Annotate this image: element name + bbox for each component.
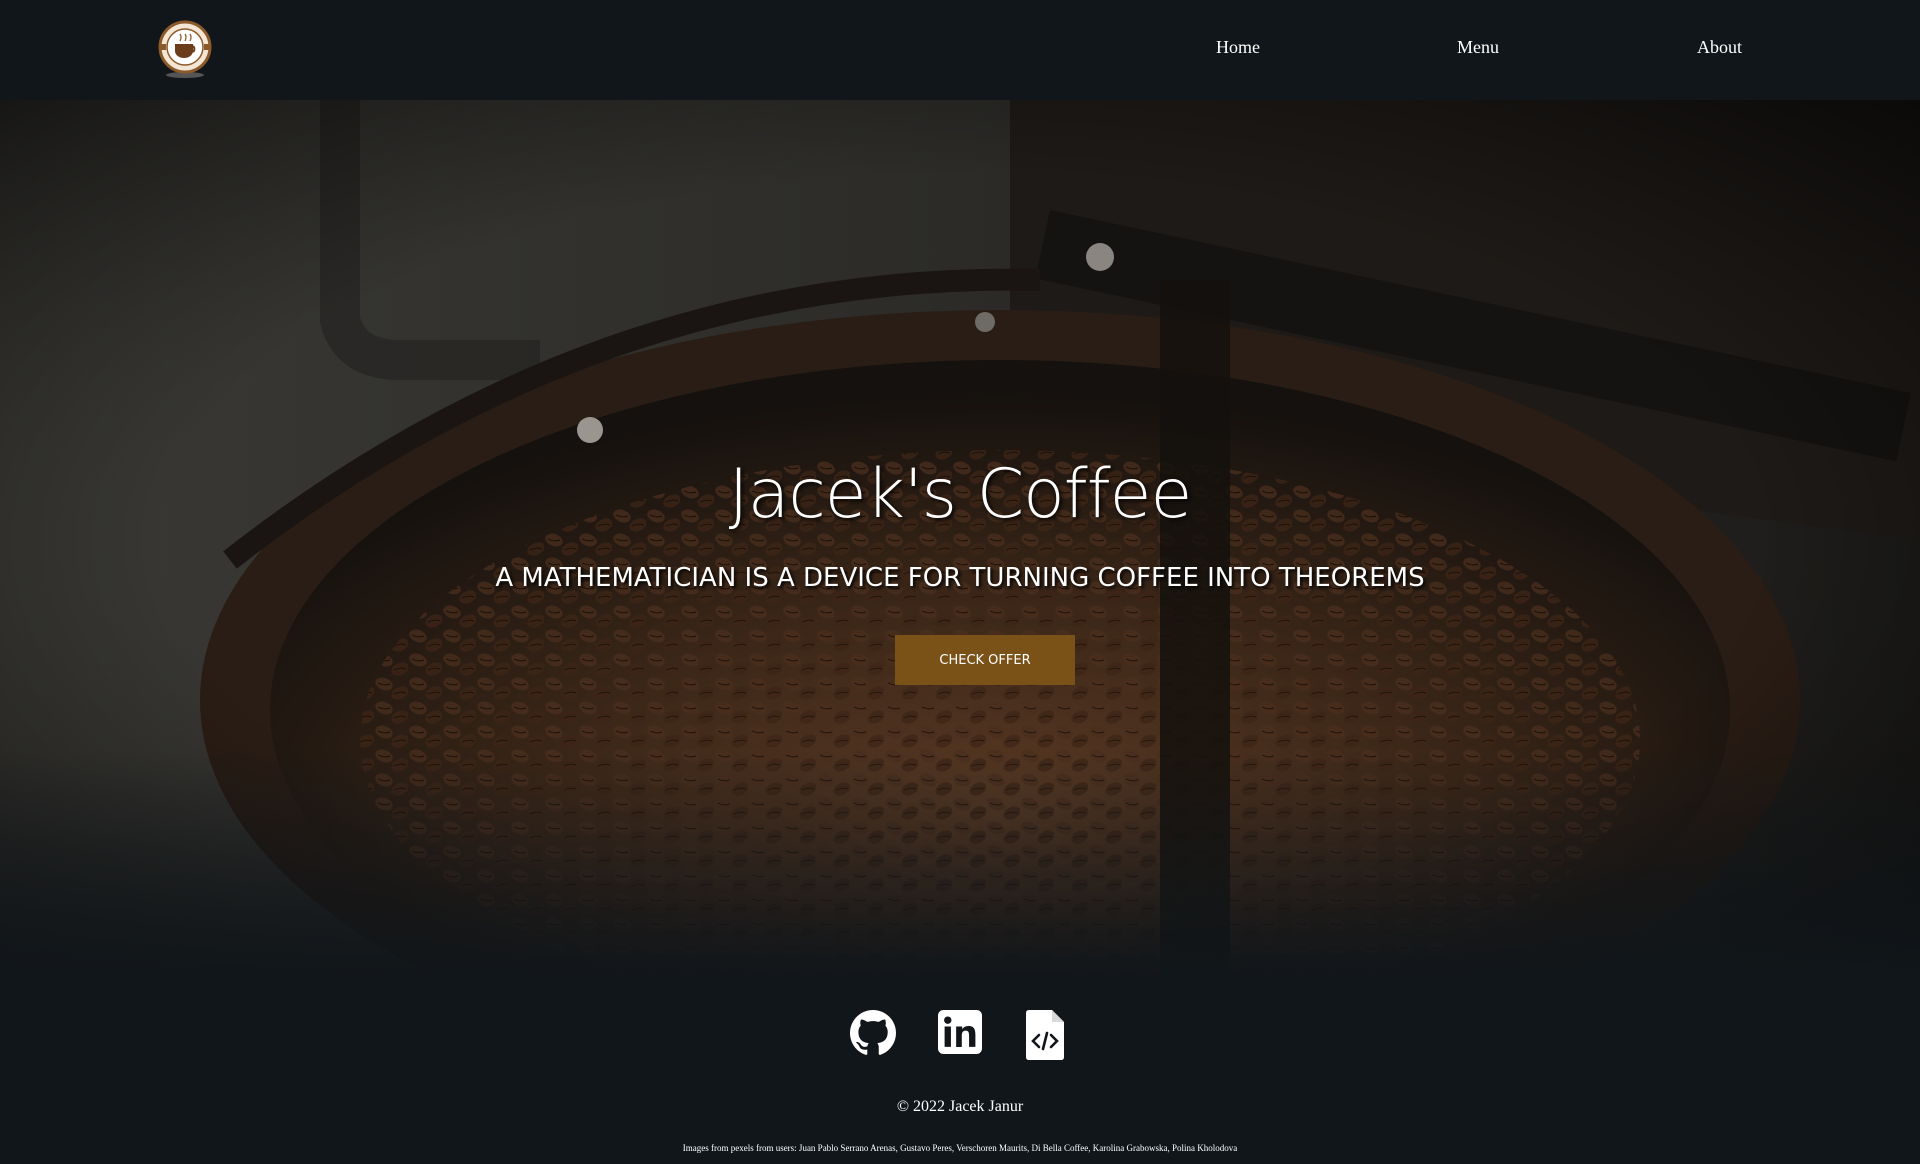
nav-menu-link[interactable]: Menu <box>1457 37 1499 58</box>
hero-subtitle: A MATHEMATICIAN IS A DEVICE FOR TURNING … <box>495 563 1425 593</box>
copyright-text: © 2022 Jacek Janur <box>896 1098 1024 1115</box>
check-offer-button[interactable]: CHECK OFFER <box>895 635 1075 685</box>
image-credits-text: Images from pexels from users: Juan Pabl… <box>682 1143 1238 1153</box>
github-icon[interactable] <box>850 1010 896 1060</box>
linkedin-icon[interactable] <box>938 1010 984 1060</box>
hero-background-image <box>0 100 1920 980</box>
site-header: Home Menu About <box>0 0 1920 100</box>
nav-about-link[interactable]: About <box>1697 37 1742 58</box>
hero-section: Jacek's Coffee A MATHEMATICIAN IS A DEVI… <box>0 100 1920 980</box>
code-file-icon[interactable] <box>1026 1010 1072 1060</box>
nav-home-link[interactable]: Home <box>1216 37 1260 58</box>
hero-title: Jacek's Coffee <box>728 455 1193 534</box>
coffee-logo-icon[interactable] <box>157 20 213 80</box>
social-links <box>0 1010 1920 1060</box>
